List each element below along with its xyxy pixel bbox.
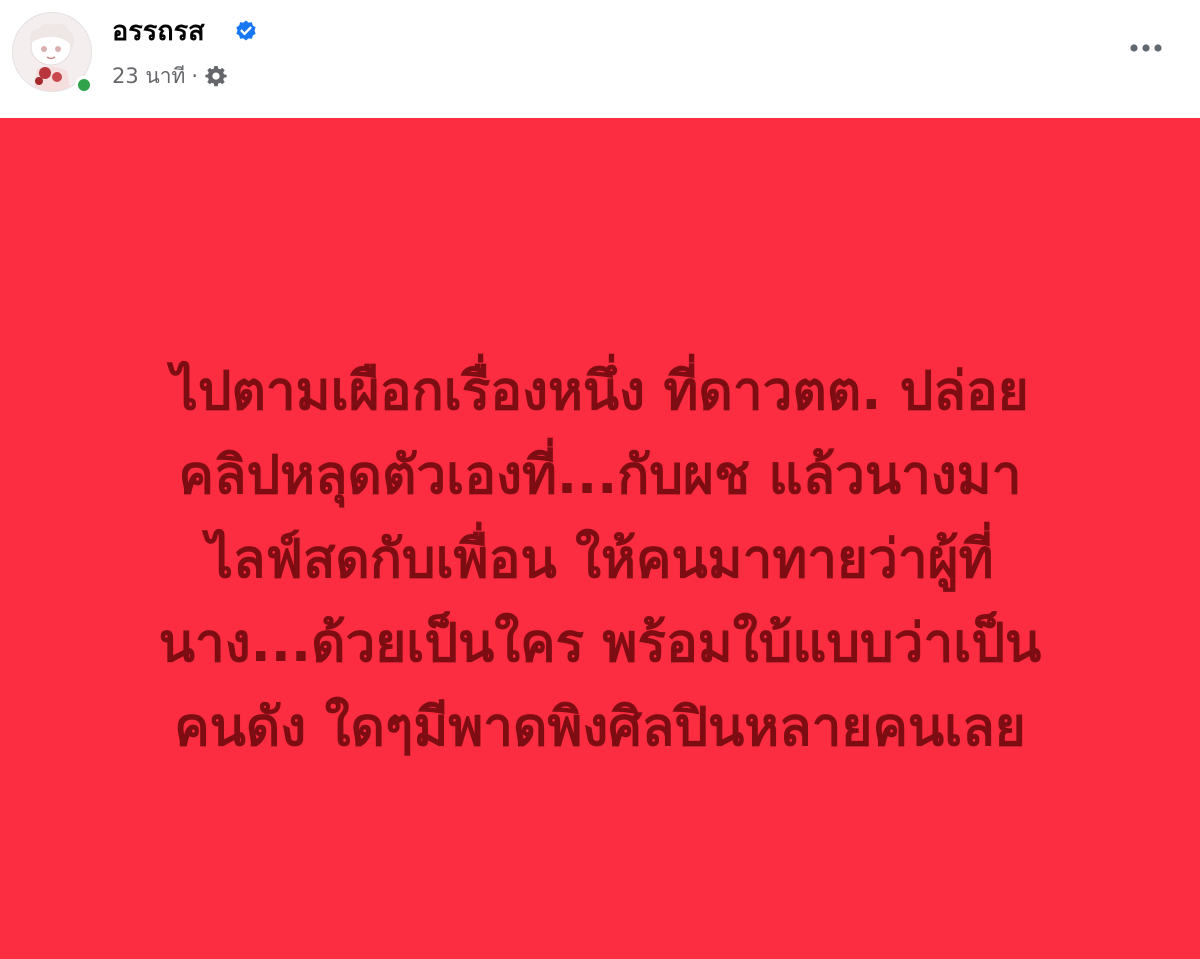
verified-badge-icon	[236, 20, 256, 41]
post-text-line: นาง...ด้วยเป็นใคร พร้อมใบ้แบบว่าเป็น	[158, 613, 1042, 674]
avatar-container[interactable]	[12, 12, 93, 94]
post-text-line: คนดัง ใดๆมีพาดพิงศิลปินหลายคนเลย	[174, 697, 1026, 758]
meta-separator: ·	[191, 64, 199, 88]
more-options-button[interactable]	[1122, 28, 1170, 68]
post-background: ไปตามเผือกเรื่องหนึ่ง ที่ดาวตต. ปล่อย คล…	[0, 118, 1200, 959]
facebook-post: อรรถรส 23 นาที · ไปตามเผือกเรื่องหนึ่ง ท…	[0, 0, 1200, 959]
post-text-line: ไปตามเผือกเรื่องหนึ่ง ที่ดาวตต. ปล่อย	[171, 361, 1029, 422]
gear-icon[interactable]	[204, 64, 228, 88]
author-name[interactable]: อรรถรส	[112, 14, 205, 50]
online-status-dot	[75, 76, 93, 94]
post-text-line: ไลฟ์สดกับเพื่อน ให้คนมาทายว่าผู้ที่	[206, 529, 994, 590]
post-text: ไปตามเผือกเรื่องหนึ่ง ที่ดาวตต. ปล่อย คล…	[40, 350, 1160, 770]
post-header: อรรถรส 23 นาที ·	[0, 0, 1200, 118]
post-timestamp[interactable]: 23 นาที	[112, 60, 185, 93]
post-meta: 23 นาที ·	[112, 60, 228, 92]
more-options-icon	[1130, 44, 1162, 52]
post-text-line: คลิปหลุดตัวเองที่...กับผช แล้วนางมา	[178, 445, 1022, 506]
